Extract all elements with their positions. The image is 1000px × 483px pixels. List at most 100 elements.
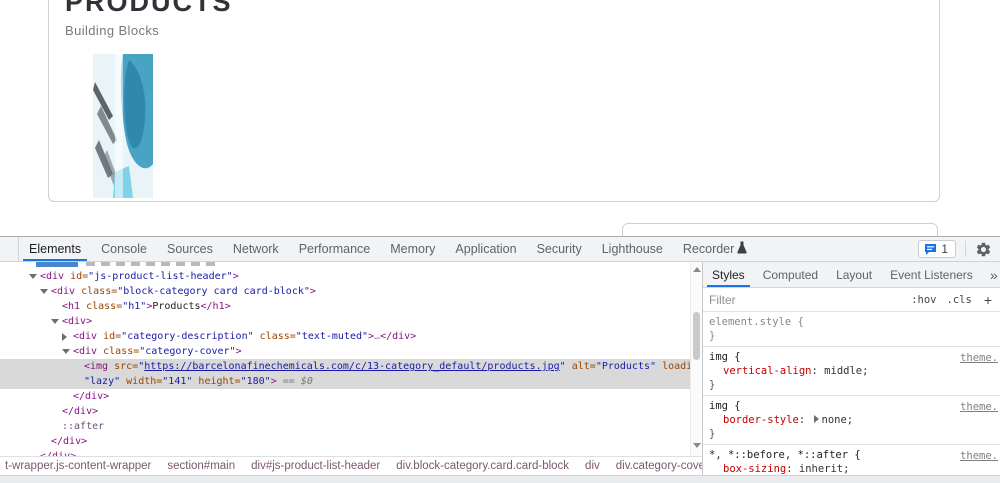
css-property[interactable]: box-sizing: inherit; bbox=[709, 462, 998, 475]
collapse-arrow-icon[interactable] bbox=[29, 274, 37, 279]
code-segment: > bbox=[236, 346, 242, 357]
dom-tree-row[interactable]: <div class="block-category card card-blo… bbox=[0, 284, 690, 299]
dom-tree-row[interactable]: <div class="category-cover"> bbox=[0, 344, 690, 359]
property-value: middle; bbox=[824, 365, 868, 377]
new-style-rule-button[interactable]: + bbox=[984, 292, 992, 308]
dom-tree-row[interactable]: ::after bbox=[0, 419, 690, 434]
dom-tree: <div id="js-product-list-header"><div cl… bbox=[0, 262, 690, 456]
resource-link[interactable]: https://barcelonafinechemicals.com/c/13-… bbox=[144, 361, 559, 372]
code-segment: > bbox=[233, 271, 239, 282]
devtools-tab-label: Security bbox=[537, 242, 582, 256]
code-segment: </div> bbox=[51, 436, 87, 447]
stylesheet-source-link[interactable]: theme. bbox=[960, 449, 998, 463]
issues-counter-button[interactable]: 1 bbox=[918, 240, 956, 258]
dom-tree-row[interactable]: "lazy" width="141" height="180"> == $0 bbox=[0, 374, 690, 389]
code-segment: </h1> bbox=[201, 301, 231, 312]
devtools-tab-application[interactable]: Application bbox=[445, 237, 526, 261]
toggle-class-button[interactable]: .cls bbox=[947, 294, 972, 306]
selection-sliver bbox=[36, 262, 78, 267]
breadcrumb-item[interactable]: div bbox=[580, 459, 605, 473]
css-property[interactable]: vertical-align: middle; bbox=[709, 364, 998, 378]
dom-tree-row[interactable]: </div> bbox=[0, 389, 690, 404]
styles-tabbar: StylesComputedLayoutEvent Listeners» bbox=[703, 262, 1000, 288]
rule-selector[interactable]: img { bbox=[709, 351, 741, 363]
rule-selector[interactable]: element.style { bbox=[709, 316, 804, 328]
code-segment: > bbox=[310, 286, 316, 297]
code-segment: alt= bbox=[572, 361, 596, 372]
dom-tree-row[interactable]: <div id="category-description" class="te… bbox=[0, 329, 690, 344]
devtools-panel: Elements Console SourcesNetworkPerformance… bbox=[0, 236, 1000, 482]
scrollbar-thumb[interactable] bbox=[693, 312, 700, 360]
property-colon: : bbox=[812, 365, 825, 377]
devtools-tab-memory[interactable]: Memory bbox=[380, 237, 445, 261]
dom-tree-row[interactable]: <div> bbox=[0, 314, 690, 329]
elements-scrollbar[interactable] bbox=[690, 262, 702, 456]
devtools-tabbar: Elements Console SourcesNetworkPerformance… bbox=[0, 237, 1000, 262]
code-segment: </div> bbox=[380, 331, 416, 342]
breadcrumb-item[interactable]: div#js-product-list-header bbox=[246, 459, 385, 473]
devtools-tab-elements[interactable]: Elements bbox=[19, 237, 91, 261]
code-segment: src= bbox=[114, 361, 138, 372]
code-segment: "lazy" bbox=[84, 376, 120, 387]
devtools-tab-performance[interactable]: Performance bbox=[289, 237, 381, 261]
collapse-arrow-icon[interactable] bbox=[62, 349, 70, 354]
scroll-up-arrow-icon[interactable] bbox=[693, 267, 701, 272]
breadcrumb-item[interactable]: div.category-cover bbox=[611, 459, 702, 473]
stylesheet-source-link[interactable]: theme. bbox=[960, 351, 998, 365]
collapse-arrow-icon[interactable] bbox=[51, 319, 59, 324]
code-segment: class= bbox=[86, 301, 122, 312]
code-segment: <div> bbox=[62, 316, 92, 327]
stylesheet-source-link[interactable]: theme. bbox=[960, 400, 998, 414]
code-segment: id= bbox=[103, 331, 121, 342]
code-segment: $0 bbox=[301, 376, 313, 387]
devtools-tab-recorder[interactable]: Recorder bbox=[673, 237, 757, 261]
sidebar-tab-layout[interactable]: Layout bbox=[827, 262, 881, 287]
code-segment: <img bbox=[84, 361, 114, 372]
dom-tree-row[interactable]: <div id="js-product-list-header"> bbox=[0, 269, 690, 284]
devtools-tab-sources[interactable]: Sources bbox=[157, 237, 223, 261]
breadcrumb-item[interactable]: t-wrapper.js-content-wrapper bbox=[0, 459, 156, 473]
recorder-flask-icon bbox=[734, 241, 747, 257]
css-property[interactable]: border-style: none; bbox=[709, 413, 998, 427]
settings-gear-icon[interactable] bbox=[975, 241, 992, 258]
devtools-tab-security[interactable]: Security bbox=[527, 237, 592, 261]
code-segment: <div bbox=[73, 346, 103, 357]
collapse-arrow-icon[interactable] bbox=[40, 289, 48, 294]
devtools-tab-network[interactable]: Network bbox=[223, 237, 289, 261]
code-segment: </div> bbox=[62, 406, 98, 417]
rule-selector-line: *, *::before, *::after { bbox=[709, 448, 998, 462]
code-segment: class= bbox=[103, 346, 139, 357]
expand-longhand-icon[interactable] bbox=[814, 415, 819, 423]
code-segment: == bbox=[277, 376, 301, 387]
clipped-tree-row bbox=[0, 262, 690, 269]
sidebar-tab-styles[interactable]: Styles bbox=[703, 262, 754, 287]
breadcrumb-item[interactable]: section#main bbox=[162, 459, 240, 473]
devtools-tab-lighthouse[interactable]: Lighthouse bbox=[592, 237, 673, 261]
dom-tree-row[interactable]: <h1 class="h1">Products</h1> bbox=[0, 299, 690, 314]
dom-tree-row[interactable]: </div> bbox=[0, 404, 690, 419]
sidebar-tab-computed[interactable]: Computed bbox=[754, 262, 827, 287]
style-rule: theme.img {border-style: none;} bbox=[703, 396, 1000, 445]
devtools-tab-label: Console bbox=[101, 242, 147, 256]
expand-arrow-icon[interactable] bbox=[62, 333, 67, 341]
property-colon: : bbox=[786, 463, 799, 475]
sidebar-tab-event-listeners[interactable]: Event Listeners bbox=[881, 262, 982, 287]
dom-tree-row[interactable]: </div> bbox=[0, 449, 690, 456]
devtools-tab-console[interactable]: Console bbox=[91, 237, 157, 261]
filter-input[interactable]: Filter bbox=[709, 293, 901, 307]
dom-tree-row[interactable]: <img src="https://barcelonafinechemicals… bbox=[0, 359, 690, 374]
category-cover-image[interactable] bbox=[93, 54, 153, 198]
code-segment: <div bbox=[73, 331, 103, 342]
issues-bubble-icon bbox=[924, 243, 937, 255]
breadcrumb-item[interactable]: div.block-category.card.card-block bbox=[391, 459, 574, 473]
scroll-down-arrow-icon[interactable] bbox=[693, 443, 701, 448]
more-tabs-button[interactable]: » bbox=[982, 262, 1000, 287]
secondary-card bbox=[622, 223, 938, 236]
code-segment: <div bbox=[40, 271, 70, 282]
rule-selector[interactable]: img { bbox=[709, 400, 741, 412]
elements-panel: <div id="js-product-list-header"><div cl… bbox=[0, 262, 702, 475]
toggle-hover-state-button[interactable]: :hov bbox=[911, 294, 936, 306]
rule-selector[interactable]: *, *::before, *::after { bbox=[709, 449, 861, 461]
dom-tree-row[interactable]: </div> bbox=[0, 434, 690, 449]
code-segment: id= bbox=[70, 271, 88, 282]
